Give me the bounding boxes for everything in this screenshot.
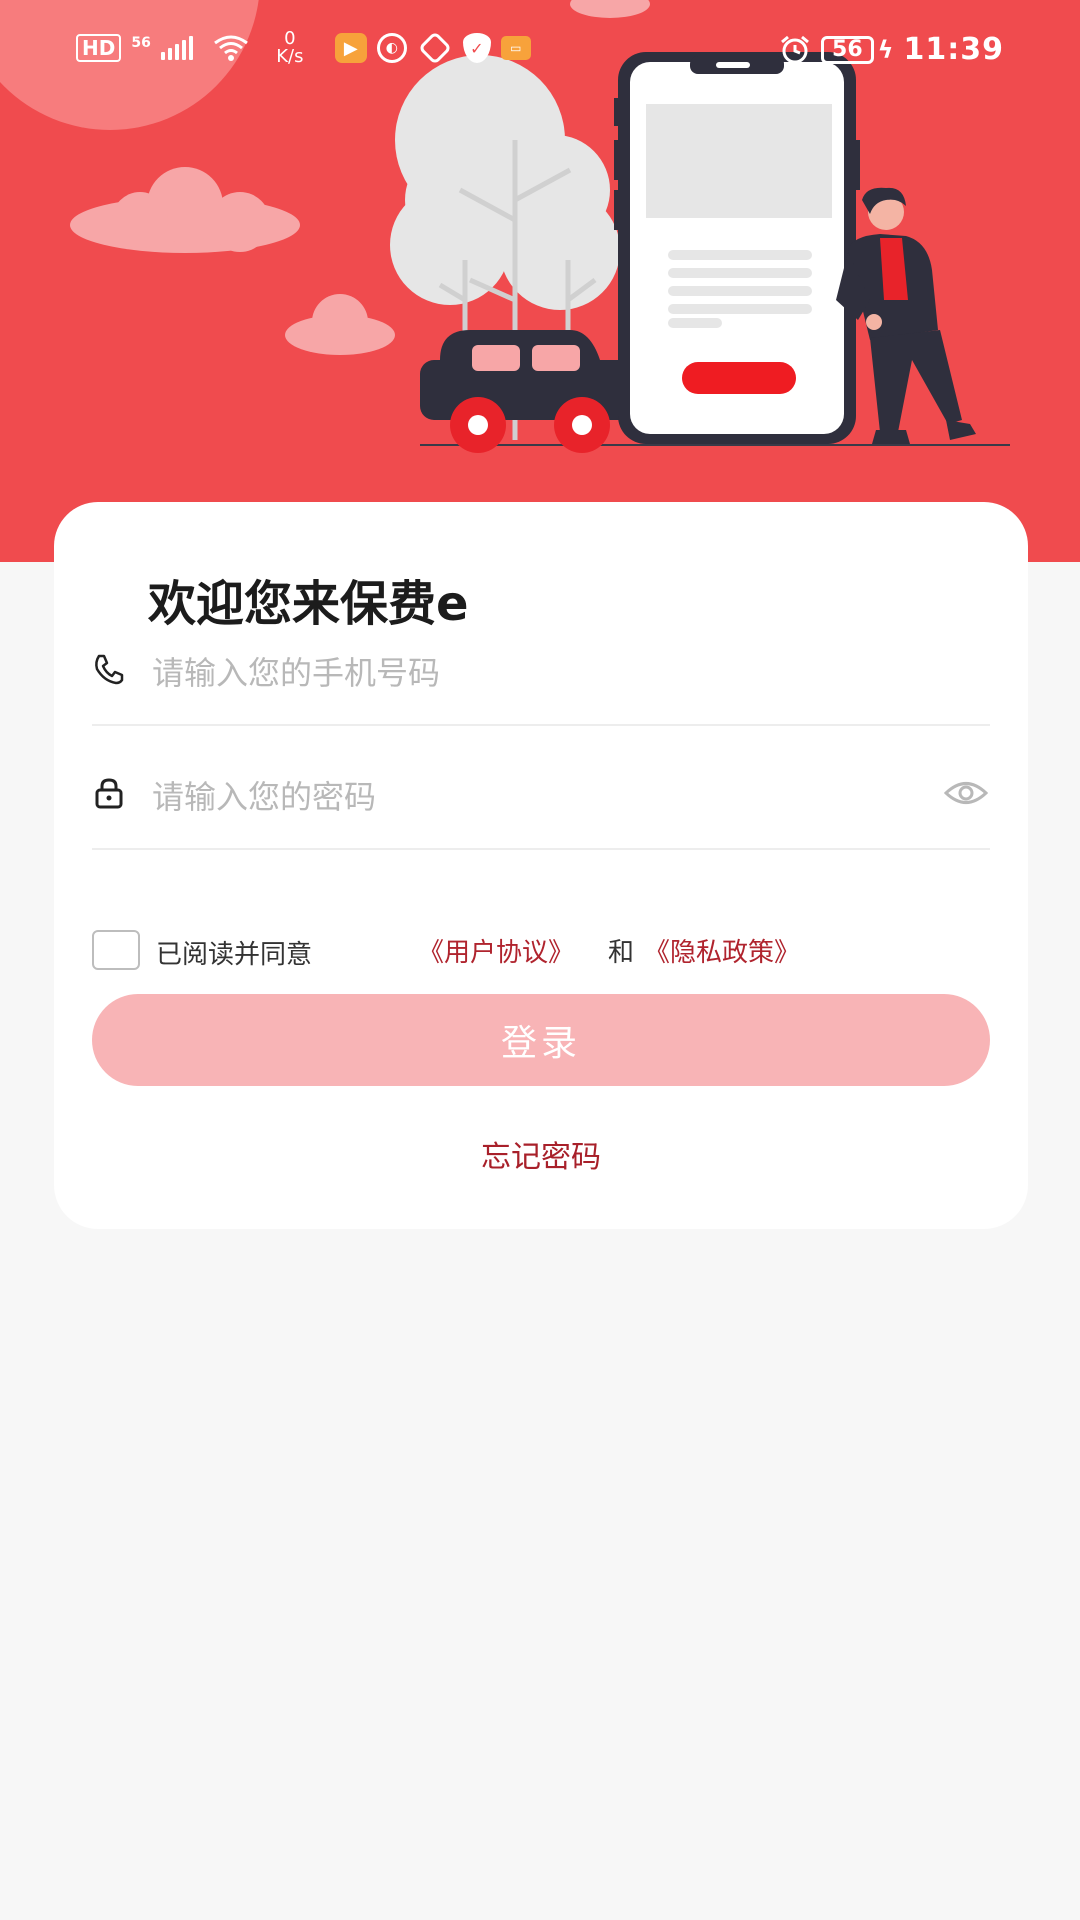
network-speed-unit: K/s [276, 46, 304, 67]
agreement-and-text: 和 [608, 938, 635, 968]
login-screen: HD 56 0 K/s ▶ ◐ ✓ ▭ 56 ϟ 11:39 欢迎您来保费e 请… [0, 0, 1080, 1920]
forgot-password-link[interactable]: 忘记密码 [54, 1132, 1028, 1176]
status-bar-left: HD 56 0 K/s ▶ ◐ ✓ ▭ [76, 30, 531, 66]
battery-indicator: 56 [821, 35, 874, 64]
status-bar-right: 56 ϟ 11:39 [779, 32, 1004, 67]
agreement-text: 已阅读并同意 [156, 940, 313, 970]
wifi-icon [213, 35, 248, 61]
privacy-policy-link[interactable]: 《隐私政策》 [644, 932, 800, 969]
agreement-checkbox[interactable] [92, 930, 140, 970]
login-button-label: 登录 [500, 1023, 581, 1064]
login-card: 欢迎您来保费e 请输入您的手机号码 请输入您的密码 已阅读并同意 《用户协议》 [54, 502, 1028, 1229]
video-app-icon: ▶ [334, 33, 367, 63]
phone-field[interactable]: 请输入您的手机号码 [92, 604, 990, 726]
hd-indicator: HD [76, 34, 122, 62]
eye-icon[interactable] [944, 778, 988, 808]
password-input[interactable]: 请输入您的密码 [152, 772, 376, 818]
lock-icon [95, 778, 123, 809]
charging-icon: ϟ [877, 35, 894, 64]
status-time: 11:39 [903, 32, 1004, 67]
wallet-app-icon: ▭ [500, 36, 531, 60]
browser-app-icon: ◐ [376, 33, 407, 63]
stop-app-icon [417, 31, 452, 65]
password-field[interactable]: 请输入您的密码 [92, 728, 990, 850]
phone-input[interactable]: 请输入您的手机号码 [152, 648, 440, 694]
phone-icon [95, 654, 124, 685]
alarm-clock-icon [781, 35, 809, 63]
agreement-row: 已阅读并同意 《用户协议》 和 《隐私政策》 [92, 930, 992, 972]
status-bar: HD 56 0 K/s ▶ ◐ ✓ ▭ 56 ϟ 11:39 [0, 0, 1080, 104]
shield-app-icon: ✓ [462, 33, 491, 63]
signal-strength-icon [160, 36, 193, 60]
network-speed: 0 K/s [267, 30, 313, 66]
login-button[interactable]: 登录 [92, 994, 990, 1086]
user-agreement-link[interactable]: 《用户协议》 [418, 932, 574, 969]
signal-type-label: 56 [131, 35, 151, 51]
